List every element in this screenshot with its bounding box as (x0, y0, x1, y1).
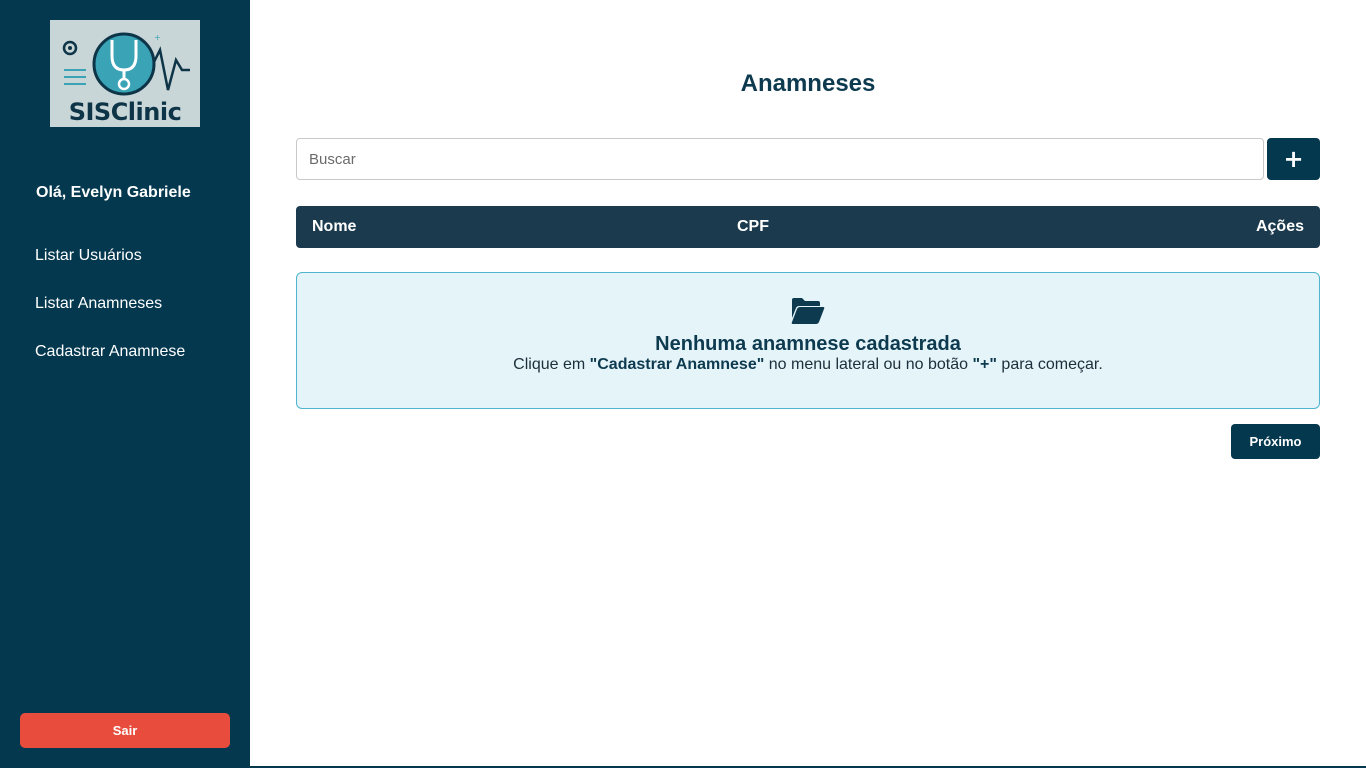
logo-text: SISClinic (68, 98, 182, 126)
empty-text-strong-plus: "+" (972, 356, 997, 373)
sidebar-nav: Listar Usuários Listar Anamneses Cadastr… (35, 246, 185, 390)
sidebar-item-cadastrar-anamnese[interactable]: Cadastrar Anamnese (35, 342, 185, 390)
empty-state-title: Nenhuma anamnese cadastrada (655, 333, 961, 355)
svg-text:+: + (154, 33, 161, 42)
sidebar-item-listar-usuarios[interactable]: Listar Usuários (35, 246, 185, 294)
search-input[interactable] (296, 138, 1264, 180)
add-button[interactable]: + (1267, 138, 1320, 180)
logo: + SISClinic (50, 20, 200, 127)
empty-text-part: no menu lateral ou no botão (764, 356, 973, 373)
empty-text-part: Clique em (513, 356, 590, 373)
app: + SISClinic Olá, Evelyn Gabriele Listar … (0, 0, 1366, 768)
empty-state: Nenhuma anamnese cadastrada Clique em "C… (296, 272, 1320, 409)
next-page-button[interactable]: Próximo (1231, 424, 1320, 459)
page-title: Anamneses (740, 70, 876, 97)
column-header-nome: Nome (312, 218, 357, 235)
main-content: Anamneses + Nome CPF Ações Nenhuma anamn… (250, 0, 1366, 768)
sidebar: + SISClinic Olá, Evelyn Gabriele Listar … (0, 0, 250, 768)
column-header-cpf: CPF (737, 218, 769, 235)
empty-state-text: Clique em "Cadastrar Anamnese" no menu l… (297, 356, 1319, 374)
empty-text-part: para começar. (996, 356, 1103, 373)
folder-open-icon (791, 298, 825, 324)
greeting: Olá, Evelyn Gabriele (36, 184, 191, 201)
sidebar-item-listar-anamneses[interactable]: Listar Anamneses (35, 294, 185, 342)
logout-button[interactable]: Sair (20, 713, 230, 748)
empty-text-strong-cadastrar: "Cadastrar Anamnese" (589, 356, 765, 373)
table-header: Nome CPF Ações (296, 206, 1320, 248)
column-header-acoes: Ações (1255, 218, 1304, 235)
